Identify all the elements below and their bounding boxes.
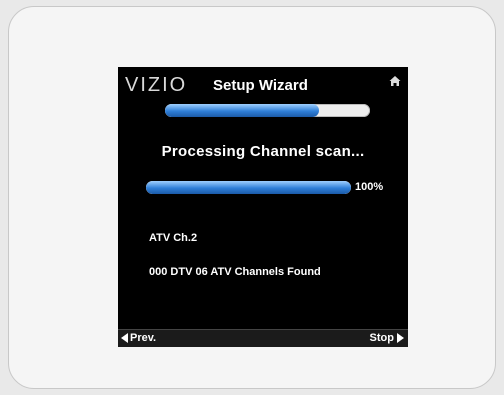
device-frame: VIZIO Setup Wizard Processing Channel sc… — [8, 6, 496, 389]
wizard-progress-fill — [165, 104, 319, 117]
wizard-progress-bar — [165, 104, 370, 117]
prev-label: Prev. — [130, 332, 157, 344]
footer-bar: Prev. Stop — [118, 329, 408, 347]
scan-heading: Processing Channel scan... — [161, 143, 365, 160]
brand-logo: VIZIO — [125, 74, 188, 96]
stop-label: Stop — [369, 332, 394, 344]
stop-button[interactable]: Stop — [370, 332, 404, 344]
scan-percent-label: 100% — [355, 181, 384, 193]
arrow-left-icon — [121, 333, 128, 343]
prev-button[interactable]: Prev. — [121, 332, 156, 344]
channels-found-text: 000 DTV 06 ATV Channels Found — [149, 266, 321, 278]
scan-progress-bar — [146, 181, 351, 194]
home-icon — [389, 76, 401, 86]
scan-progress-fill — [146, 181, 351, 194]
page-title: Setup Wizard — [213, 77, 308, 94]
tv-screen: VIZIO Setup Wizard Processing Channel sc… — [118, 67, 408, 347]
arrow-right-icon — [397, 333, 404, 343]
header: VIZIO Setup Wizard — [118, 67, 408, 97]
current-channel-text: ATV Ch.2 — [149, 232, 198, 244]
